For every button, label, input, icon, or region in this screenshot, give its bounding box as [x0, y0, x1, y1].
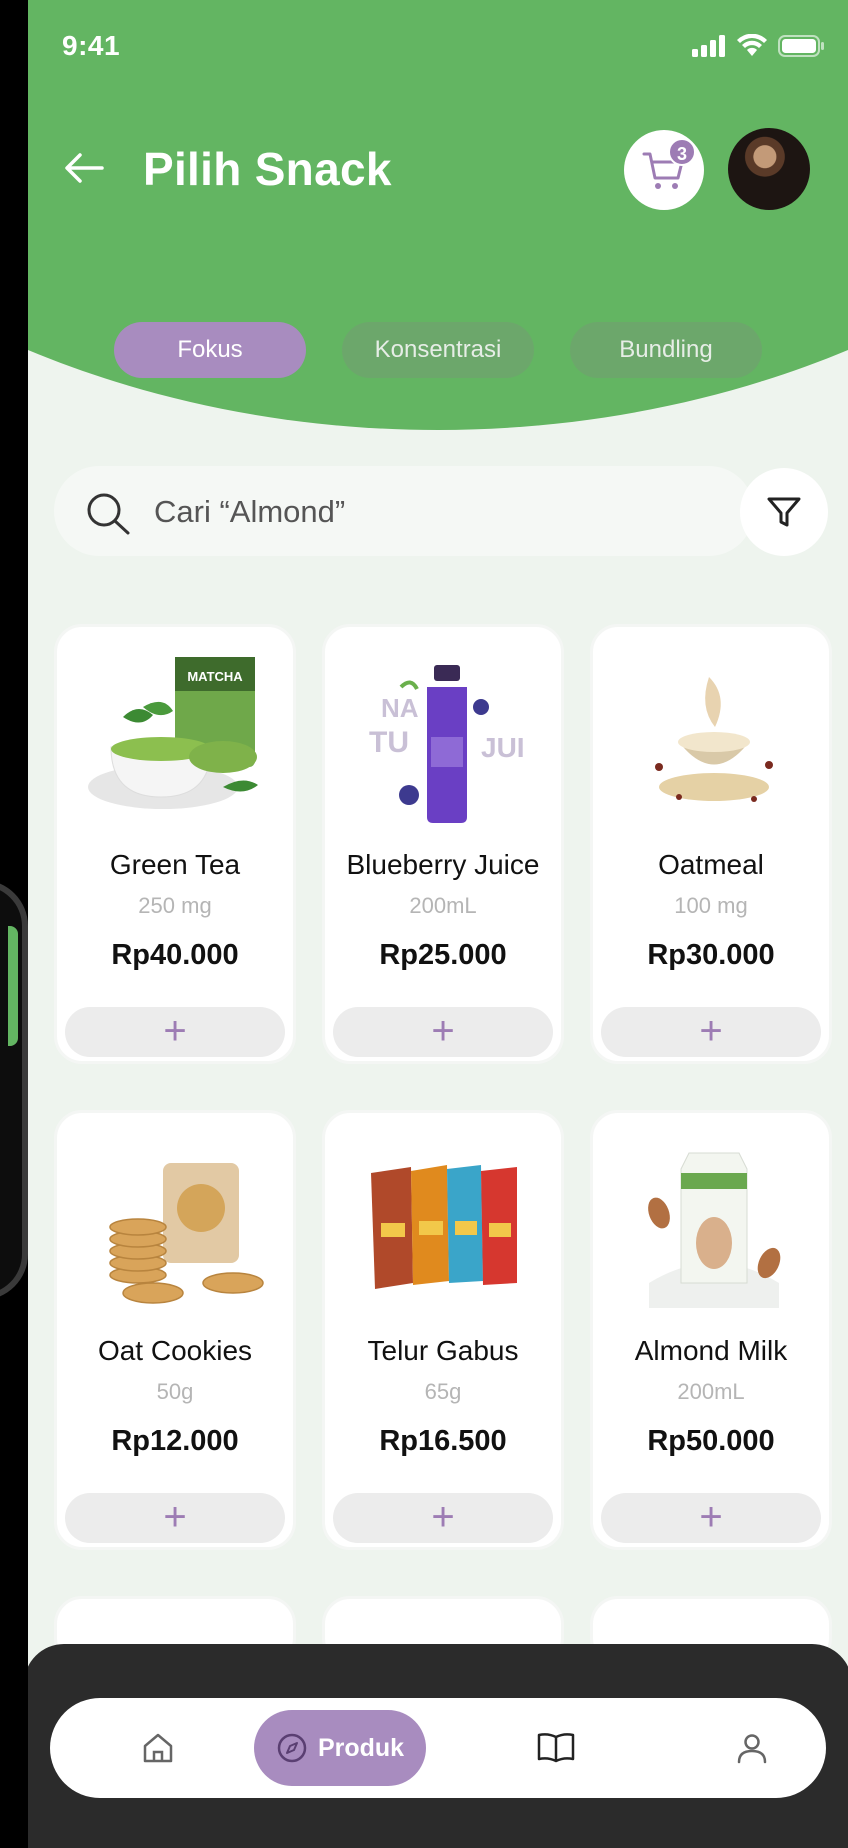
nav-profile[interactable]	[728, 1724, 776, 1772]
add-to-cart-button[interactable]: +	[65, 1493, 285, 1543]
tab-konsentrasi[interactable]: Konsentrasi	[342, 322, 534, 378]
svg-text:TU: TU	[369, 726, 409, 759]
product-name: Green Tea	[109, 849, 241, 880]
home-icon	[143, 1733, 173, 1763]
adjacent-device-edge	[0, 880, 28, 1300]
search-icon	[87, 493, 130, 535]
back-arrow-icon[interactable]	[62, 146, 106, 190]
product-card[interactable]: MATCHA Green Tea 250 mg Rp40.000 +	[54, 624, 296, 1064]
status-time: 9:41	[62, 30, 121, 61]
status-icons	[692, 34, 826, 58]
avatar[interactable]	[728, 128, 810, 210]
product-qty: 50g	[156, 1379, 194, 1404]
nav-produk-label: Produk	[317, 1733, 405, 1762]
nav-home[interactable]	[134, 1724, 182, 1772]
cart-count-badge: 3	[668, 138, 696, 166]
tab-bundling[interactable]: Bundling	[570, 322, 762, 378]
product-name: Almond Milk	[634, 1335, 788, 1366]
product-card[interactable]: Oatmeal 100 mg Rp30.000 +	[590, 624, 832, 1064]
add-to-cart-button[interactable]: +	[65, 1007, 285, 1057]
add-to-cart-button[interactable]: +	[601, 1493, 821, 1543]
product-qty: 200mL	[409, 893, 477, 918]
cart-button[interactable]: 3	[624, 130, 704, 210]
product-card[interactable]: Oat Cookies 50g Rp12.000 +	[54, 1110, 296, 1550]
matcha-tea-image: MATCHA	[88, 657, 258, 809]
app-screen: 9:41 Pilih Snack 3 Fokus Konsentrasi Bun…	[28, 0, 848, 1848]
nav-produk[interactable]: Produk	[254, 1710, 426, 1786]
snack-packs-image	[371, 1165, 517, 1289]
bottom-nav-container: Produk	[28, 1644, 848, 1848]
product-price: Rp25.000	[379, 939, 507, 971]
wifi-icon	[737, 34, 767, 56]
nav-catalog[interactable]	[532, 1724, 580, 1772]
product-card[interactable]: Telur Gabus 65g Rp16.500 +	[322, 1110, 564, 1550]
search-placeholder: Cari “Almond”	[154, 494, 346, 529]
product-qty: 200mL	[677, 1379, 745, 1404]
product-name: Oat Cookies	[97, 1335, 253, 1366]
product-qty: 65g	[424, 1379, 462, 1404]
filter-button[interactable]	[740, 468, 828, 556]
product-price: Rp12.000	[111, 1425, 239, 1457]
product-card[interactable]: NA TU JUI Blueberry Juice 200mL Rp25.000…	[322, 624, 564, 1064]
product-name: Oatmeal	[658, 849, 764, 880]
filter-icon	[767, 497, 801, 527]
category-tabs: Fokus Konsentrasi Bundling	[114, 322, 762, 378]
svg-text:JUI: JUI	[481, 732, 525, 763]
bottom-nav: Produk	[50, 1698, 826, 1798]
product-card[interactable]: Almond Milk 200mL Rp50.000 +	[590, 1110, 832, 1550]
product-qty: 100 mg	[674, 893, 748, 918]
search-input[interactable]: Cari “Almond”	[54, 466, 754, 556]
product-price: Rp50.000	[647, 1425, 775, 1457]
cookies-image	[109, 1163, 264, 1304]
almond-milk-image	[648, 1152, 781, 1308]
top-app-bar: Pilih Snack 3	[28, 128, 848, 212]
product-price: Rp40.000	[111, 939, 239, 971]
profile-icon	[737, 1734, 767, 1764]
compass-icon	[277, 1733, 307, 1763]
add-to-cart-button[interactable]: +	[333, 1493, 553, 1543]
battery-icon	[778, 35, 824, 57]
tab-fokus[interactable]: Fokus	[114, 322, 306, 378]
status-bar: 9:41	[28, 28, 848, 68]
product-price: Rp16.500	[379, 1425, 507, 1457]
product-name: Telur Gabus	[367, 1335, 519, 1366]
product-qty: 250 mg	[138, 893, 212, 918]
juice-bottle-image: NA TU JUI	[369, 665, 525, 823]
product-price: Rp30.000	[647, 939, 775, 971]
add-to-cart-button[interactable]: +	[333, 1007, 553, 1057]
book-icon	[537, 1733, 575, 1763]
add-to-cart-button[interactable]: +	[601, 1007, 821, 1057]
svg-text:NA: NA	[381, 693, 419, 723]
signal-icon	[692, 35, 725, 57]
oatmeal-bowl-image	[655, 677, 773, 802]
svg-text:MATCHA: MATCHA	[187, 669, 243, 684]
page-title: Pilih Snack	[143, 143, 392, 195]
product-name: Blueberry Juice	[346, 849, 540, 880]
